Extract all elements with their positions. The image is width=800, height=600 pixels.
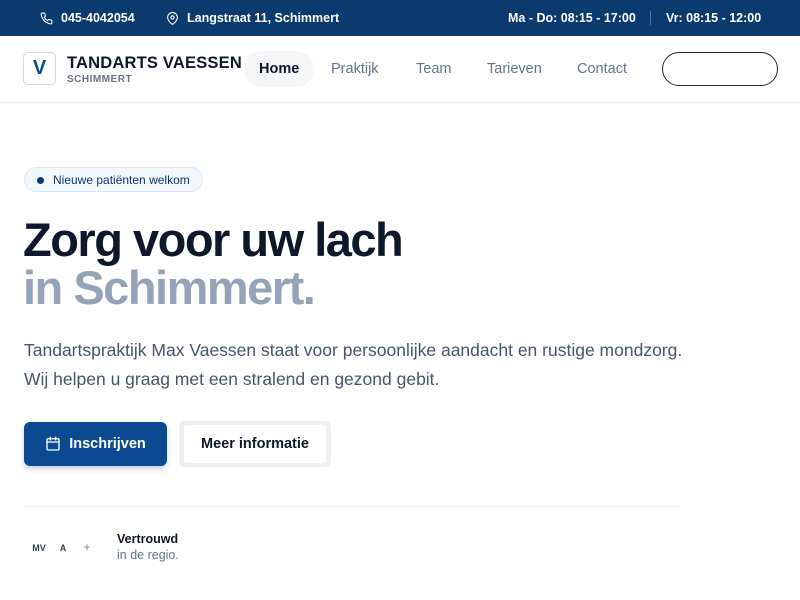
trust-title: Vertrouwd <box>117 532 179 546</box>
calendar-icon <box>46 436 60 451</box>
more-info-button-label: Meer informatie <box>184 425 326 463</box>
avatar: MV <box>32 543 46 553</box>
address-text: Langstraat 11, Schimmert <box>187 11 340 25</box>
section-divider <box>24 506 680 507</box>
nav-praktijk[interactable]: Praktijk <box>331 51 379 87</box>
topbar-divider <box>650 11 651 25</box>
trust-subtitle: in de regio. <box>117 548 179 562</box>
hours-weekdays: Ma - Do: 08:15 - 17:00 <box>508 11 636 25</box>
register-button-label: Inschrijven <box>69 436 146 452</box>
location-pin-icon <box>167 11 178 25</box>
more-info-button[interactable]: Meer informatie <box>179 421 331 467</box>
hours-friday: Vr: 08:15 - 12:00 <box>666 11 762 25</box>
nav-home[interactable]: Home <box>244 51 315 87</box>
logo[interactable]: V <box>23 52 56 85</box>
badge-dot <box>37 177 44 184</box>
header-cta-button[interactable] <box>662 52 778 86</box>
nav-contact[interactable]: Contact <box>577 51 627 87</box>
brand-subtitle: SCHIMMERT <box>67 74 133 85</box>
top-info-bar: 045-4042054 Langstraat 11, Schimmert Ma … <box>0 0 800 36</box>
topbar-address[interactable]: Langstraat 11, Schimmert <box>166 0 339 36</box>
hero-description: Tandartspraktijk Max Vaessen staat voor … <box>24 340 683 389</box>
brand-name[interactable]: TANDARTS VAESSEN <box>67 54 242 73</box>
logo-letter: V <box>32 57 47 79</box>
hero-title: Zorg voor uw lach <box>23 213 404 266</box>
nav-team[interactable]: Team <box>416 51 451 87</box>
status-badge: Nieuwe patiënten welkom <box>24 167 203 192</box>
avatar-more: + <box>83 542 91 554</box>
hero-title-secondary: in Schimmert. <box>23 261 316 314</box>
nav-tarieven[interactable]: Tarieven <box>487 51 542 87</box>
phone-icon <box>40 12 53 24</box>
badge-label: Nieuwe patiënten welkom <box>53 172 190 187</box>
avatar: A <box>59 543 67 553</box>
topbar-phone[interactable]: 045-4042054 <box>40 0 135 36</box>
register-button[interactable]: Inschrijven <box>24 422 167 466</box>
phone-number: 045-4042054 <box>61 11 135 25</box>
site-header: V TANDARTS VAESSEN SCHIMMERT Home Prakti… <box>0 36 800 103</box>
